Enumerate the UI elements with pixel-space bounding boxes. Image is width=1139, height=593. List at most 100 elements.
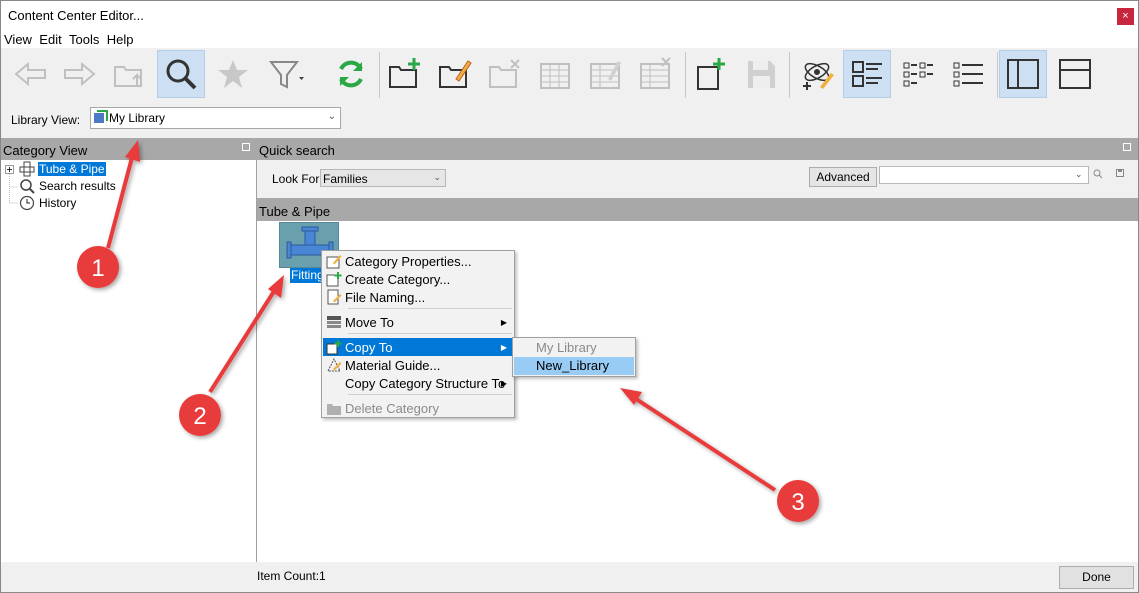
list-view-button[interactable] <box>945 50 993 98</box>
content-header: Tube & Pipe <box>257 198 1138 221</box>
favorites-star-icon <box>218 60 248 88</box>
menu-bar: View Edit Tools Help <box>0 30 1139 48</box>
family-table-button[interactable] <box>531 50 579 98</box>
toolbar <box>0 48 1139 102</box>
look-for-dropdown[interactable]: Families ⌄ <box>320 169 446 187</box>
done-button[interactable]: Done <box>1059 566 1134 589</box>
context-menu: Category Properties... Create Category..… <box>321 250 515 418</box>
toolbar-separator <box>685 52 686 98</box>
file-naming-icon <box>327 289 342 305</box>
library-icon <box>94 110 108 123</box>
refresh-button[interactable] <box>327 50 375 98</box>
chevron-down-icon: ⌄ <box>433 172 441 182</box>
item-count: Item Count:1 <box>257 569 326 583</box>
edit-category-button[interactable] <box>431 50 479 98</box>
submenu-arrow-icon: ▶ <box>500 378 507 388</box>
submenu-item-my-library[interactable]: My Library <box>514 339 634 357</box>
menu-item-file-naming[interactable]: File Naming... <box>323 288 513 306</box>
edit-family-button[interactable] <box>581 50 629 98</box>
history-clock-icon <box>19 195 35 211</box>
menu-item-category-properties[interactable]: Category Properties... <box>323 252 513 270</box>
new-window-button[interactable] <box>687 50 735 98</box>
copy-to-submenu: My Library New_Library <box>512 337 636 377</box>
pin-icon[interactable] <box>1123 143 1131 151</box>
split-horizontal-icon <box>1059 59 1091 89</box>
tube-pipe-icon <box>19 161 35 177</box>
back-button[interactable] <box>7 50 55 98</box>
search-icon[interactable] <box>1093 169 1103 179</box>
search-toggle-button[interactable] <box>157 50 205 98</box>
menu-edit[interactable]: Edit <box>36 30 62 47</box>
new-category-button[interactable] <box>381 50 429 98</box>
edit-family-icon <box>590 61 621 89</box>
delete-category-button[interactable] <box>481 50 529 98</box>
filter-button[interactable] <box>261 50 309 98</box>
close-button[interactable]: × <box>1117 8 1134 25</box>
search-input[interactable] <box>879 166 1089 184</box>
quick-search-row: Look For: Families ⌄ Advanced ⌄ <box>257 160 1138 198</box>
menu-item-create-category[interactable]: Create Category... <box>323 270 513 288</box>
tree-item-label: History <box>39 196 77 210</box>
favorites-button[interactable] <box>209 50 257 98</box>
large-icons-view-button[interactable] <box>843 50 891 98</box>
delete-category-icon <box>489 59 520 88</box>
menu-item-move-to[interactable]: Move To ▶ <box>323 313 513 331</box>
library-view-dropdown[interactable]: My Library ⌄ <box>90 107 341 129</box>
menu-help[interactable]: Help <box>104 30 135 47</box>
create-category-icon <box>326 272 342 287</box>
window-title: Content Center Editor... <box>8 8 144 23</box>
list-view-icon <box>953 62 983 87</box>
split-horizontal-button[interactable] <box>1051 50 1099 98</box>
menu-item-copy-category-structure-to[interactable]: Copy Category Structure To ▶ <box>323 374 513 392</box>
look-for-value: Families <box>323 172 368 186</box>
save-search-icon[interactable] <box>1116 169 1124 177</box>
large-icons-view-icon <box>852 61 882 87</box>
move-to-icon <box>327 316 341 328</box>
tree-item-label: Tube & Pipe <box>38 162 106 176</box>
delete-family-icon <box>640 57 671 89</box>
edit-category-icon <box>439 60 472 88</box>
search-results-icon <box>20 179 35 194</box>
pin-icon[interactable] <box>242 143 250 151</box>
submenu-item-new-library[interactable]: New_Library <box>514 357 634 375</box>
library-view-label: Library View: <box>11 113 81 127</box>
submenu-arrow-icon: ▶ <box>500 317 507 327</box>
tree-item-search-results[interactable]: Search results <box>19 178 117 194</box>
title-bar: Content Center Editor... × <box>0 0 1139 30</box>
up-level-button[interactable] <box>105 50 153 98</box>
toolbar-separator <box>997 52 998 98</box>
toolbar-separator <box>789 52 790 98</box>
library-view-value: My Library <box>109 111 166 125</box>
menu-item-copy-to[interactable]: Copy To ▶ <box>323 338 513 356</box>
menu-tools[interactable]: Tools <box>66 30 100 47</box>
delete-family-button[interactable] <box>631 50 679 98</box>
menu-item-delete-category[interactable]: Delete Category <box>323 399 513 417</box>
filter-icon <box>268 61 304 89</box>
tree-item-history[interactable]: History <box>19 195 77 211</box>
tree-item-tube-pipe[interactable]: Tube & Pipe <box>19 161 106 177</box>
chevron-down-icon: ⌄ <box>327 111 336 122</box>
category-view-title: Category View <box>3 143 88 158</box>
chevron-down-icon[interactable]: ⌄ <box>1075 169 1083 180</box>
menu-view[interactable]: View <box>1 30 33 47</box>
item-label[interactable]: Fitting <box>290 268 325 283</box>
menu-item-material-guide[interactable]: Material Guide... <box>323 356 513 374</box>
material-guide-icon <box>327 357 342 372</box>
menu-separator <box>348 394 512 395</box>
look-for-label: Look For: <box>272 172 323 186</box>
forward-button[interactable] <box>55 50 103 98</box>
publish-button[interactable] <box>793 50 841 98</box>
save-icon <box>748 61 775 88</box>
up-folder-icon <box>114 66 142 87</box>
advanced-button[interactable]: Advanced <box>809 167 877 187</box>
category-view-panel: Category View Tube & Pipe Search results… <box>0 138 257 562</box>
tree-lines <box>5 165 18 204</box>
menu-separator <box>348 308 512 309</box>
small-icons-view-button[interactable] <box>895 50 943 98</box>
split-vertical-button[interactable] <box>999 50 1047 98</box>
toolbar-separator <box>379 52 380 98</box>
status-bar: Item Count:1 Done <box>0 562 1139 593</box>
blank-icon <box>326 375 342 391</box>
save-button[interactable] <box>737 50 785 98</box>
quick-search-header: Quick search <box>257 138 1138 160</box>
